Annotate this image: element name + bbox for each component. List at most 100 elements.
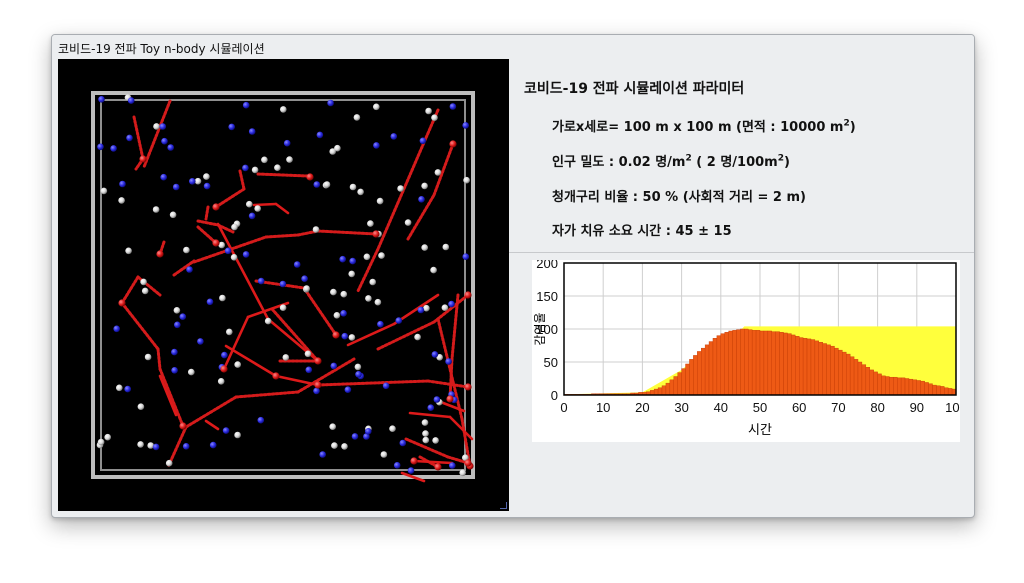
infection-trail [132,115,145,161]
infection-bar [889,376,894,396]
infection-bar [767,330,772,396]
infection-trail [120,275,140,305]
susceptible-agent [421,244,429,251]
parameter-panel: 코비드-19 전파 시뮬레이션 파라미터 가로x세로= 100 m x 100 … [509,59,974,253]
frog-agent [449,462,456,469]
frog-agent [293,261,301,268]
density-text: 인구 밀도 : 0.02 명/m [552,155,686,170]
x-axis-label: 시간 [748,423,772,438]
infection-bar [748,329,753,396]
frog-agent [98,96,105,103]
infection-bar [940,386,945,396]
infected-agent [332,331,340,339]
infection-trail [256,172,310,178]
frog-agent [399,439,407,447]
infection-bar [802,338,808,396]
susceptible-agent [348,334,356,341]
y-tick-label: 50 [544,355,558,370]
infection-trail [184,395,238,429]
susceptible-agent [414,333,421,341]
infection-trail [196,225,218,245]
infection-bar [799,337,804,396]
infection-bar [853,359,859,396]
infection-bar [908,378,914,396]
frog-agent [449,103,457,110]
resize-grip-icon[interactable] [500,502,507,509]
susceptible-agent [231,223,238,231]
infection-bar [791,334,796,396]
infection-trail [296,357,356,394]
frog-agent [179,313,187,320]
x-tick-label: 40 [714,400,728,415]
susceptible-agent [104,433,111,441]
frog-agent [171,348,178,356]
frog-agent [186,266,193,273]
frog-agent [390,133,398,140]
susceptible-agent [389,425,396,433]
susceptible-agent [331,442,338,449]
frog-agent [242,164,249,172]
infection-bar [861,364,867,396]
simulation-window: 코비드-19 전파 Toy n-body 시뮬레이션 코비드-19 전파 시뮬레… [51,34,975,518]
infected-track [408,411,452,419]
susceptible-agent [431,114,438,121]
susceptible-agent [286,156,293,163]
susceptible-agent [397,185,404,192]
infection-bar [830,345,835,396]
infection-trail [156,347,162,371]
infected-agent [220,365,228,373]
frog-agent [221,351,228,359]
susceptible-agent [137,441,144,448]
infection-bar [708,341,714,396]
infection-trail [264,233,300,239]
frog-agent [373,142,380,149]
frog-agent [313,181,321,188]
infected-track [158,374,178,417]
susceptible-agent [194,177,202,185]
title-bar[interactable]: 코비드-19 전파 Toy n-body 시뮬레이션 [52,35,974,59]
infected-track [346,322,396,347]
infection-bar [936,385,941,396]
frog-agent [330,362,338,370]
susceptible-agent [230,254,238,261]
infection-trail [426,379,470,389]
frog-agent [431,351,439,358]
susceptible-agent [203,173,210,180]
susceptible-agent [226,328,233,336]
susceptible-agent [378,252,385,259]
area-text: 가로x세로= 100 m x 100 m (면적 : 10000 m [552,120,844,135]
infection-bar [873,371,878,396]
infection-bar [779,332,784,396]
infection-bar [912,379,918,396]
susceptible-agent [251,166,259,174]
susceptible-agent [363,253,371,261]
frog-agent [316,131,324,139]
x-tick-label: 80 [870,400,884,415]
frog-agent [339,255,347,263]
frog-agent [365,428,372,435]
infection-bar [944,387,949,396]
frog-agent [248,212,256,220]
x-tick-label: 0 [560,400,567,415]
infected-agent [410,457,418,465]
frog-agent [327,99,334,107]
susceptible-agent [144,353,152,361]
infection-bar [685,363,690,396]
infection-bar [724,332,729,396]
susceptible-agent [100,187,108,195]
infection-bar [916,380,921,396]
infection-bar [814,340,820,396]
frog-agent [159,123,167,130]
frog-agent [393,462,401,469]
infected-agent [118,299,126,307]
frog-agent [248,128,256,135]
infection-trail [302,286,338,337]
susceptible-agent [330,288,337,296]
frog-agent [301,275,308,282]
infection-bar [653,388,659,396]
infection-bar [751,330,757,396]
frog-agent [124,385,131,393]
susceptible-agent [329,423,337,431]
infection-bar [669,379,674,396]
susceptible-agent [333,312,341,319]
